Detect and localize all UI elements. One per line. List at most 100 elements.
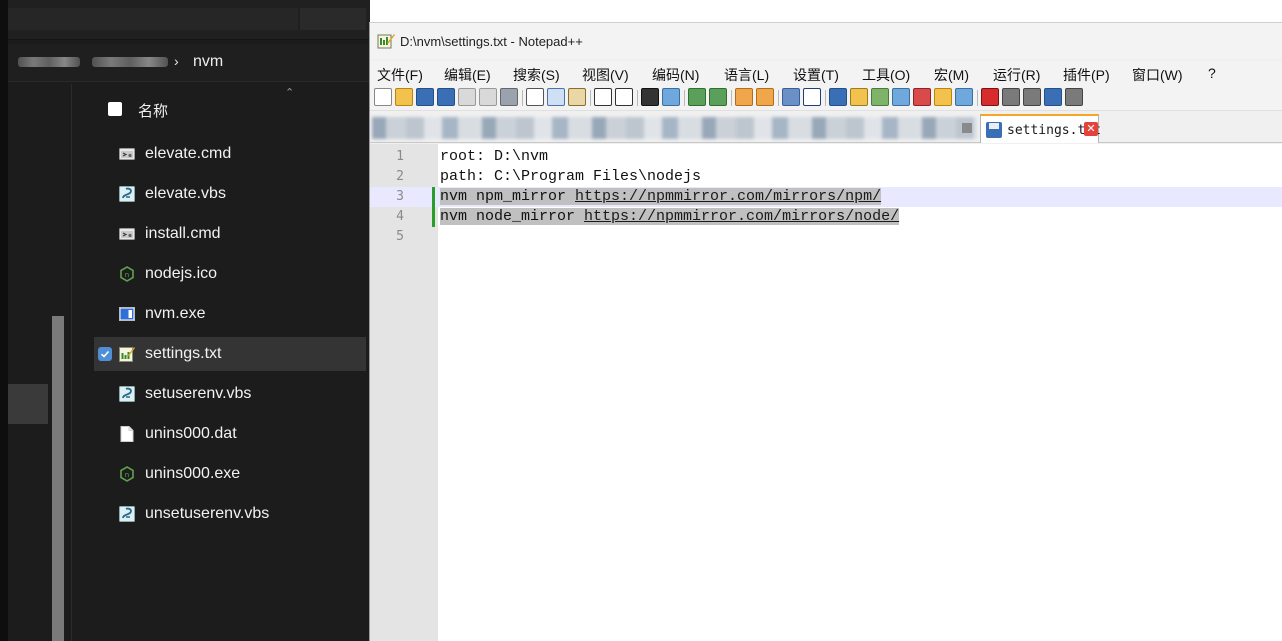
navigation-scrollbar[interactable] (52, 316, 64, 641)
cmd-file-icon (119, 226, 135, 242)
file-row[interactable]: unsetuserenv.vbs (94, 497, 366, 531)
indent-guide-icon[interactable] (829, 88, 847, 106)
tab-settings-txt[interactable]: settings.txt ✕ (980, 114, 1101, 143)
line-text: path: C:\Program Files\nodejs (440, 168, 701, 185)
menu-item[interactable]: ? (1208, 65, 1216, 81)
select-all-checkbox[interactable] (108, 102, 122, 116)
menu-bar: 文件(F) 编辑(E) 搜索(S) 视图(V) 编码(N) 语言(L) 设置(T) 工具(O)… (370, 61, 1282, 85)
function-list-icon[interactable] (892, 88, 910, 106)
menu-item[interactable]: 窗口(W) (1132, 65, 1183, 85)
text-editor[interactable]: 1 root: D:\nvm 2 path: C:\Program Files\nod… (370, 144, 1282, 641)
doc-list-icon[interactable] (871, 88, 889, 106)
sync-vertical-icon[interactable] (735, 88, 753, 106)
file-row[interactable]: nvm.exe (94, 297, 366, 331)
modified-line-marker (432, 187, 435, 207)
breadcrumb-blurred-segment[interactable] (18, 57, 80, 67)
editor-line[interactable]: 3 nvm npm_mirror https://npmmirror.com/mi… (370, 187, 1282, 207)
menu-item[interactable]: 编码(N) (652, 65, 699, 85)
file-row[interactable]: elevate.cmd (94, 137, 366, 171)
close-tab-icon[interactable]: ✕ (1084, 122, 1098, 136)
explorer-tab[interactable] (8, 8, 298, 30)
record-macro-icon[interactable] (981, 88, 999, 106)
monitoring-icon[interactable] (955, 88, 973, 106)
show-all-chars-icon[interactable] (803, 88, 821, 106)
selected-text: nvm npm_mirror https://npmmirror.com/mir… (440, 188, 882, 205)
menu-item[interactable]: 工具(O) (862, 65, 910, 85)
replace-icon[interactable] (662, 88, 680, 106)
toolbar-separator (977, 90, 978, 106)
paste-icon[interactable] (568, 88, 586, 106)
word-wrap-icon[interactable] (782, 88, 800, 106)
run-macro-multiple-icon[interactable] (1044, 88, 1062, 106)
menu-item[interactable]: 宏(M) (934, 65, 969, 85)
navigation-selected-item[interactable] (8, 384, 48, 424)
explorer-tab[interactable] (300, 8, 366, 30)
file-row[interactable]: elevate.vbs (94, 177, 366, 211)
toolbar (370, 85, 1282, 111)
vbs-script-icon (119, 186, 135, 202)
notepadpp-app-icon (377, 34, 395, 49)
breadcrumb-current-folder[interactable]: nvm (193, 53, 223, 71)
file-row[interactable]: n unins000.exe (94, 457, 366, 491)
title-bar[interactable]: D:\nvm\settings.txt - Notepad++ (370, 23, 1282, 59)
save-macro-icon[interactable] (1065, 88, 1083, 106)
editor-line[interactable]: 4 nvm node_mirror https://npmmirror.com/m… (370, 207, 1282, 227)
file-row[interactable]: settings.txt (94, 337, 366, 371)
file-row[interactable]: n nodejs.ico (94, 257, 366, 291)
file-row[interactable]: setuserenv.vbs (94, 377, 366, 411)
sync-horizontal-icon[interactable] (756, 88, 774, 106)
toolbar-separator (637, 90, 638, 106)
editor-line[interactable]: 5 (370, 227, 1282, 247)
doc-map-icon[interactable] (850, 88, 868, 106)
menu-item[interactable]: 语言(L) (724, 65, 769, 85)
line-text-prefix: nvm node_mirror (440, 208, 585, 225)
menu-item[interactable]: 设置(T) (793, 65, 839, 85)
url-link[interactable]: https://npmmirror.com/mirrors/npm/ (575, 188, 881, 205)
menu-item[interactable]: 文件(F) (377, 65, 423, 85)
cut-icon[interactable] (526, 88, 544, 106)
file-row[interactable]: unins000.dat (94, 417, 366, 451)
toolbar-separator (590, 90, 591, 106)
line-text-prefix: path: C:\Program Files\nodejs (440, 168, 702, 185)
undo-icon[interactable] (594, 88, 612, 106)
close-all-icon[interactable] (479, 88, 497, 106)
print-icon[interactable] (500, 88, 518, 106)
breadcrumb-blurred-segment[interactable] (92, 57, 168, 67)
line-text: root: D:\nvm (440, 148, 548, 165)
open-folder-icon[interactable] (934, 88, 952, 106)
save-icon[interactable] (416, 88, 434, 106)
find-icon[interactable] (641, 88, 659, 106)
folder-workspace-icon[interactable] (913, 88, 931, 106)
menu-item[interactable]: 插件(P) (1063, 65, 1110, 85)
close-icon[interactable] (458, 88, 476, 106)
file-name: unins000.exe (145, 465, 241, 482)
column-header-name[interactable]: 名称 (100, 96, 368, 124)
line-number: 3 (396, 189, 404, 204)
menu-item[interactable]: 运行(R) (993, 65, 1040, 85)
play-macro-icon[interactable] (1023, 88, 1041, 106)
save-all-icon[interactable] (437, 88, 455, 106)
stop-recording-icon[interactable] (1002, 88, 1020, 106)
url-link[interactable]: https://npmmirror.com/mirrors/node/ (584, 208, 899, 225)
close-tab-icon[interactable] (962, 123, 972, 133)
exe-file-icon (119, 306, 135, 322)
new-file-icon[interactable] (374, 88, 392, 106)
copy-icon[interactable] (547, 88, 565, 106)
file-name: elevate.vbs (145, 185, 226, 202)
menu-item[interactable]: 搜索(S) (513, 65, 560, 85)
notepadpp-window: D:\nvm\settings.txt - Notepad++ 文件(F) 编辑(… (369, 22, 1282, 641)
menu-item[interactable]: 编辑(E) (444, 65, 491, 85)
redo-icon[interactable] (615, 88, 633, 106)
nodejs-icon: n (119, 466, 135, 482)
line-text-prefix: nvm npm_mirror (440, 188, 576, 205)
open-file-icon[interactable] (395, 88, 413, 106)
editor-line[interactable]: 2 path: C:\Program Files\nodejs (370, 167, 1282, 187)
zoom-out-icon[interactable] (709, 88, 727, 106)
blurred-document-tabs[interactable] (372, 117, 978, 139)
file-row[interactable]: install.cmd (94, 217, 366, 251)
zoom-in-icon[interactable] (688, 88, 706, 106)
menu-item[interactable]: 视图(V) (582, 65, 629, 85)
file-explorer-window: › nvm ⌃ 名称 elevate.cmd elevate.vbs install… (0, 0, 370, 641)
row-checkbox-checked[interactable] (98, 347, 112, 361)
editor-line[interactable]: 1 root: D:\nvm (370, 147, 1282, 167)
